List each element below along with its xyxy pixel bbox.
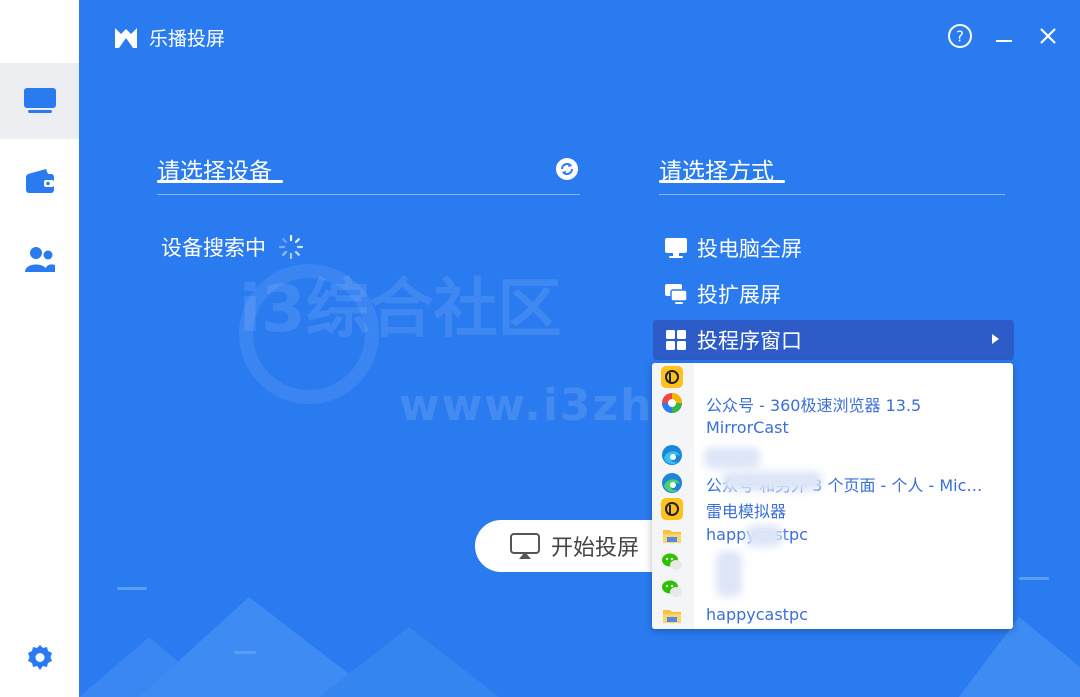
method-extend-screen[interactable]: 投扩展屏 <box>659 274 1014 314</box>
method-label: 投程序窗口 <box>697 329 802 353</box>
sidebar-item-screen-cast[interactable] <box>0 63 79 139</box>
main-panel: i3综合社区 www.i3zh.com 乐播投屏 ? 请选择设备 设备搜索中 请… <box>79 0 1080 697</box>
window-list-item[interactable]: happycastpc <box>652 603 1013 629</box>
window-list-item[interactable]: 公众号 - 360极速浏览器 13.5 <box>652 390 1013 416</box>
method-program-window[interactable]: 投程序窗口 <box>653 320 1014 360</box>
app-logo-icon <box>115 27 137 48</box>
folder-icon <box>661 525 683 547</box>
window-controls: ? <box>946 22 1062 50</box>
window-list-item[interactable]: 雷电模拟器 <box>652 496 1013 522</box>
close-button[interactable] <box>1034 22 1062 50</box>
monitor-icon <box>665 238 687 258</box>
360-browser-icon <box>661 392 683 414</box>
leidian-icon <box>661 366 683 388</box>
airplay-icon <box>510 533 540 559</box>
privacy-blur <box>722 471 822 491</box>
sidebar <box>0 0 79 697</box>
chevron-right-icon <box>992 334 999 344</box>
close-icon <box>1040 28 1056 44</box>
device-search-status: 设备搜索中 <box>161 232 304 262</box>
gear-icon <box>27 645 52 670</box>
sidebar-item-wallet[interactable] <box>0 143 79 219</box>
leidian-icon <box>661 498 683 520</box>
loading-spinner-icon <box>278 234 304 260</box>
method-full-screen[interactable]: 投电脑全屏 <box>659 228 1014 268</box>
app-title-text: 乐播投屏 <box>149 28 226 50</box>
edge-icon <box>661 444 683 466</box>
method-header-underline <box>659 180 785 183</box>
edge-icon <box>661 472 683 494</box>
refresh-icon[interactable] <box>555 157 579 181</box>
window-list-item[interactable]: MirrorCast <box>652 416 1013 442</box>
settings-button[interactable] <box>0 620 79 696</box>
watermark-text: i3综合社区 <box>239 273 562 347</box>
window-list-item[interactable] <box>652 549 1013 575</box>
device-divider <box>157 194 580 195</box>
watermark-logo <box>239 264 379 404</box>
window-list-item[interactable] <box>652 364 1013 390</box>
start-cast-label: 开始投屏 <box>551 536 640 561</box>
privacy-blur <box>746 525 782 547</box>
windows-grid-icon <box>666 330 686 350</box>
help-button[interactable]: ? <box>946 22 974 50</box>
window-list-item[interactable]: happycastpc <box>652 523 1013 549</box>
method-divider <box>659 194 1005 195</box>
help-icon: ? <box>948 24 972 48</box>
wechat-icon <box>661 578 683 600</box>
method-label: 投电脑全屏 <box>697 237 802 261</box>
window-list-dropdown: 公众号 - 360极速浏览器 13.5 MirrorCast 公众号 和另外 3… <box>652 363 1013 629</box>
window-list-item[interactable] <box>652 576 1013 602</box>
device-header-underline <box>157 180 283 183</box>
privacy-blur <box>704 447 760 469</box>
window-list-item[interactable]: 公众号 和另外 3 个页面 - 个人 - Mic… <box>652 470 1013 496</box>
monitor-icon <box>23 88 56 113</box>
users-icon <box>24 247 55 272</box>
privacy-blur <box>716 551 742 597</box>
searching-text: 设备搜索中 <box>161 236 266 260</box>
app-title: 乐播投屏 <box>113 24 225 51</box>
minimize-icon <box>996 40 1012 42</box>
minimize-button[interactable] <box>990 22 1018 50</box>
extend-screen-icon <box>665 284 688 304</box>
folder-icon <box>661 605 683 627</box>
wallet-icon <box>25 169 54 193</box>
wechat-icon <box>661 551 683 573</box>
sidebar-item-contacts[interactable] <box>0 221 79 297</box>
svg-text:?: ? <box>956 28 964 46</box>
method-label: 投扩展屏 <box>697 283 781 307</box>
